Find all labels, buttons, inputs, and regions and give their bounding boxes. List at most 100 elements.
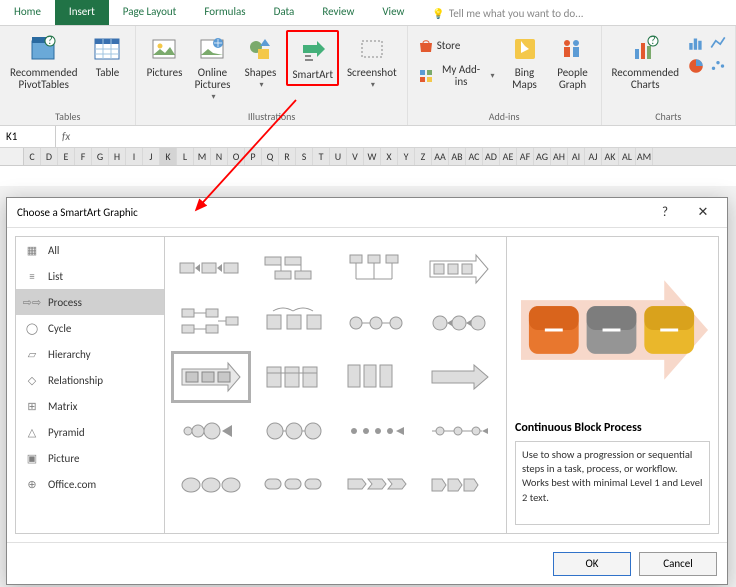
chart-scatter-icon[interactable]: [709, 57, 729, 78]
layout-thumb[interactable]: [423, 355, 495, 399]
screenshot-button[interactable]: Screenshot: [343, 30, 401, 93]
col-header-AG[interactable]: AG: [534, 148, 551, 165]
category-list[interactable]: ≡List: [16, 263, 164, 289]
pictures-button[interactable]: Pictures: [142, 30, 186, 82]
layout-thumb[interactable]: [175, 409, 247, 453]
col-header-Z[interactable]: Z: [415, 148, 432, 165]
tell-me-search[interactable]: Tell me what you want to do...: [418, 0, 736, 25]
category-hierarchy[interactable]: ▱Hierarchy: [16, 341, 164, 367]
category-relationship[interactable]: ◇Relationship: [16, 367, 164, 393]
col-header-W[interactable]: W: [364, 148, 381, 165]
col-header-O[interactable]: O: [228, 148, 245, 165]
col-header-AJ[interactable]: AJ: [585, 148, 602, 165]
col-header-AB[interactable]: AB: [449, 148, 466, 165]
col-header-M[interactable]: M: [194, 148, 211, 165]
col-header-AK[interactable]: AK: [602, 148, 619, 165]
col-header-AI[interactable]: AI: [568, 148, 585, 165]
layout-thumb[interactable]: [341, 409, 413, 453]
col-header-L[interactable]: L: [177, 148, 194, 165]
col-header-Y[interactable]: Y: [398, 148, 415, 165]
layout-thumb[interactable]: [341, 355, 413, 399]
col-header-X[interactable]: X: [381, 148, 398, 165]
layout-thumb[interactable]: [175, 301, 247, 345]
tab-home[interactable]: Home: [0, 0, 55, 25]
smartart-button[interactable]: SmartArt: [286, 30, 339, 86]
col-header-K[interactable]: K: [160, 148, 177, 165]
tab-data[interactable]: Data: [260, 0, 309, 25]
dialog-help-button[interactable]: ?: [651, 205, 679, 220]
layout-thumb[interactable]: [423, 301, 495, 345]
col-header-E[interactable]: E: [58, 148, 75, 165]
category-process[interactable]: ⇨⇨Process: [16, 289, 164, 315]
col-header-N[interactable]: N: [211, 148, 228, 165]
ok-button[interactable]: OK: [553, 552, 631, 576]
category-matrix[interactable]: ⊞Matrix: [16, 393, 164, 419]
chart-pie-icon[interactable]: [687, 57, 707, 78]
category-office[interactable]: ⊕Office.com: [16, 471, 164, 497]
col-header-C[interactable]: C: [24, 148, 41, 165]
col-header-S[interactable]: S: [296, 148, 313, 165]
layout-thumb[interactable]: [258, 409, 330, 453]
layout-thumb[interactable]: [258, 463, 330, 507]
col-header-J[interactable]: J: [143, 148, 160, 165]
layout-thumb[interactable]: [341, 301, 413, 345]
col-header-AE[interactable]: AE: [500, 148, 517, 165]
my-addins-button[interactable]: My Add-ins: [414, 62, 499, 90]
chart-bar-icon[interactable]: [687, 34, 707, 55]
category-pyramid[interactable]: △Pyramid: [16, 419, 164, 445]
col-header-P[interactable]: P: [245, 148, 262, 165]
recommended-charts-button[interactable]: ? Recommended Charts: [608, 30, 683, 94]
tab-formulas[interactable]: Formulas: [190, 0, 259, 25]
category-all[interactable]: ▦All: [16, 237, 164, 263]
col-header-F[interactable]: F: [75, 148, 92, 165]
layout-thumb[interactable]: [341, 247, 413, 291]
chart-line-icon[interactable]: [709, 34, 729, 55]
tab-insert[interactable]: Insert: [55, 0, 109, 25]
col-header-V[interactable]: V: [347, 148, 364, 165]
col-header-D[interactable]: D: [41, 148, 58, 165]
col-header-R[interactable]: R: [279, 148, 296, 165]
layouts-panel[interactable]: [165, 236, 507, 534]
category-cycle[interactable]: ◯Cycle: [16, 315, 164, 341]
col-header-G[interactable]: G: [92, 148, 109, 165]
shapes-button[interactable]: Shapes: [238, 30, 282, 93]
col-header-AA[interactable]: AA: [432, 148, 449, 165]
worksheet-grid[interactable]: [0, 166, 736, 186]
store-button[interactable]: Store: [414, 36, 499, 56]
col-header-AF[interactable]: AF: [517, 148, 534, 165]
layout-thumb[interactable]: [341, 463, 413, 507]
layout-thumb[interactable]: [423, 409, 495, 453]
layout-thumb[interactable]: [423, 463, 495, 507]
select-all-corner[interactable]: [0, 148, 24, 165]
cancel-button[interactable]: Cancel: [639, 552, 717, 576]
col-header-AC[interactable]: AC: [466, 148, 483, 165]
layout-thumb[interactable]: [175, 247, 247, 291]
name-box[interactable]: K1: [0, 126, 56, 147]
category-picture[interactable]: ▣Picture: [16, 445, 164, 471]
layout-thumb-selected[interactable]: [175, 355, 247, 399]
bing-maps-button[interactable]: Bing Maps: [503, 30, 547, 94]
tab-review[interactable]: Review: [308, 0, 368, 25]
table-button[interactable]: Table: [85, 30, 129, 82]
col-header-H[interactable]: H: [109, 148, 126, 165]
col-header-U[interactable]: U: [330, 148, 347, 165]
layout-thumb[interactable]: [423, 247, 495, 291]
tab-page-layout[interactable]: Page Layout: [109, 0, 191, 25]
layout-thumb[interactable]: [258, 355, 330, 399]
online-pictures-button[interactable]: Online Pictures: [190, 30, 234, 105]
fx-icon[interactable]: fx: [56, 130, 74, 143]
layout-thumb[interactable]: [258, 301, 330, 345]
layout-thumb[interactable]: [175, 463, 247, 507]
col-header-AD[interactable]: AD: [483, 148, 500, 165]
dialog-close-button[interactable]: ✕: [689, 205, 717, 220]
recommended-pivottables-button[interactable]: ? Recommended PivotTables: [6, 30, 81, 94]
col-header-AM[interactable]: AM: [636, 148, 653, 165]
col-header-Q[interactable]: Q: [262, 148, 279, 165]
col-header-AH[interactable]: AH: [551, 148, 568, 165]
col-header-AL[interactable]: AL: [619, 148, 636, 165]
col-header-T[interactable]: T: [313, 148, 330, 165]
layout-thumb[interactable]: [258, 247, 330, 291]
people-graph-button[interactable]: People Graph: [551, 30, 595, 94]
col-header-I[interactable]: I: [126, 148, 143, 165]
tab-view[interactable]: View: [368, 0, 418, 25]
